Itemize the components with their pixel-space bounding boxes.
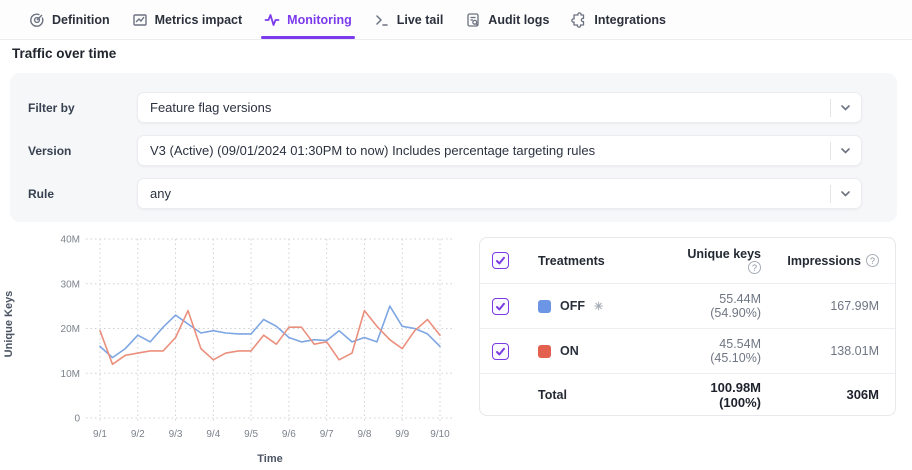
definition-icon <box>29 12 45 28</box>
filter-row-rule: Rule any <box>28 178 862 209</box>
svg-text:9/4: 9/4 <box>206 429 220 440</box>
live-tail-icon <box>374 12 390 28</box>
off-unique-keys: 55.44M (54.90%) <box>686 292 761 320</box>
svg-text:0: 0 <box>74 414 80 425</box>
tab-label: Metrics impact <box>155 13 243 27</box>
chevron-down-icon <box>839 144 852 157</box>
filter-row-filter-by: Filter by Feature flag versions <box>28 92 862 123</box>
svg-text:9/8: 9/8 <box>357 429 371 440</box>
rule-select[interactable]: any <box>137 178 862 209</box>
rule-label: Rule <box>28 187 137 201</box>
svg-text:9/6: 9/6 <box>282 429 296 440</box>
chevron-down-icon <box>839 187 852 200</box>
on-series-swatch <box>538 345 551 358</box>
tab-definition[interactable]: Definition <box>18 0 121 39</box>
version-value: V3 (Active) (09/01/2024 01:30PM to now) … <box>150 143 822 158</box>
select-divider <box>830 185 831 203</box>
unique-keys-header: Unique keys? <box>686 247 761 275</box>
y-axis-label: Unique Keys <box>3 284 15 364</box>
svg-text:10M: 10M <box>61 369 80 380</box>
svg-text:9/3: 9/3 <box>169 429 183 440</box>
filter-row-version: Version V3 (Active) (09/01/2024 01:30PM … <box>28 135 862 166</box>
off-row-checkbox[interactable] <box>492 298 509 315</box>
impressions-help-icon[interactable]: ? <box>866 254 879 267</box>
tab-label: Live tail <box>397 13 444 27</box>
tab-metrics-impact[interactable]: Metrics impact <box>121 0 254 39</box>
svg-text:9/1: 9/1 <box>93 429 107 440</box>
default-treatment-icon: ✳ <box>594 300 603 313</box>
total-impressions: 306M <box>761 387 879 402</box>
tab-live-tail[interactable]: Live tail <box>363 0 455 39</box>
svg-text:20M: 20M <box>61 324 80 335</box>
filter-by-value: Feature flag versions <box>150 100 822 115</box>
audit-logs-icon <box>465 12 481 28</box>
off-series-swatch <box>538 300 551 313</box>
on-impressions: 138.01M <box>761 344 879 358</box>
traffic-chart: 0 10M 20M 30M 40M 9/1 9/2 9/3 9/4 9/5 9/6 9/7 9/8 9/9… <box>0 226 470 446</box>
table-header-row: Treatments Unique keys? Impressions? <box>480 238 895 283</box>
table-total-row: Total 100.98M (100%) 306M <box>480 373 895 415</box>
version-label: Version <box>28 144 137 158</box>
table-row-off: OFF ✳ 55.44M (54.90%) 167.99M <box>480 283 895 328</box>
select-divider <box>830 142 831 160</box>
version-select[interactable]: V3 (Active) (09/01/2024 01:30PM to now) … <box>137 135 862 166</box>
svg-text:40M: 40M <box>61 235 80 246</box>
rule-value: any <box>150 186 822 201</box>
tab-monitoring[interactable]: Monitoring <box>253 0 363 39</box>
total-unique-keys: 100.98M (100%) <box>686 380 761 410</box>
active-tab-underline <box>261 36 355 39</box>
select-all-checkbox[interactable] <box>492 252 509 269</box>
x-axis-label: Time <box>100 453 440 465</box>
tab-label: Integrations <box>594 13 666 27</box>
off-impressions: 167.99M <box>761 299 879 313</box>
monitoring-icon <box>264 12 280 28</box>
filter-panel: Filter by Feature flag versions Version … <box>10 73 897 222</box>
unique-keys-help-icon[interactable]: ? <box>748 261 761 274</box>
on-unique-keys: 45.54M (45.10%) <box>686 337 761 365</box>
page-title: Traffic over time <box>12 46 116 61</box>
tab-label: Audit logs <box>488 13 549 27</box>
treatment-name-on: ON <box>538 344 686 358</box>
svg-text:9/10: 9/10 <box>430 429 450 440</box>
integrations-icon <box>571 12 587 28</box>
treatments-header: Treatments <box>538 254 686 268</box>
total-label: Total <box>538 388 686 402</box>
svg-text:9/7: 9/7 <box>320 429 334 440</box>
on-row-checkbox[interactable] <box>492 343 509 360</box>
filter-by-select[interactable]: Feature flag versions <box>137 92 862 123</box>
tab-label: Definition <box>52 13 110 27</box>
svg-text:30M: 30M <box>61 279 80 290</box>
metrics-impact-icon <box>132 12 148 28</box>
traffic-chart-area: Unique Keys 0 10M 20M 30M 40M 9/1 9/2 9/3 9/4 9/5… <box>0 226 470 470</box>
treatments-table: Treatments Unique keys? Impressions? OFF… <box>479 237 896 416</box>
select-divider <box>830 99 831 117</box>
table-row-on: ON 45.54M (45.10%) 138.01M <box>480 328 895 373</box>
treatment-name-off: OFF ✳ <box>538 299 686 313</box>
svg-text:9/2: 9/2 <box>131 429 145 440</box>
filter-by-label: Filter by <box>28 101 137 115</box>
svg-text:9/9: 9/9 <box>395 429 409 440</box>
tab-label: Monitoring <box>287 13 352 27</box>
chevron-down-icon <box>839 101 852 114</box>
impressions-header: Impressions? <box>761 254 879 268</box>
tab-bar: Definition Metrics impact Monitoring Liv… <box>0 0 912 40</box>
svg-text:9/5: 9/5 <box>244 429 258 440</box>
tab-integrations[interactable]: Integrations <box>560 0 677 39</box>
tab-audit-logs[interactable]: Audit logs <box>454 0 560 39</box>
